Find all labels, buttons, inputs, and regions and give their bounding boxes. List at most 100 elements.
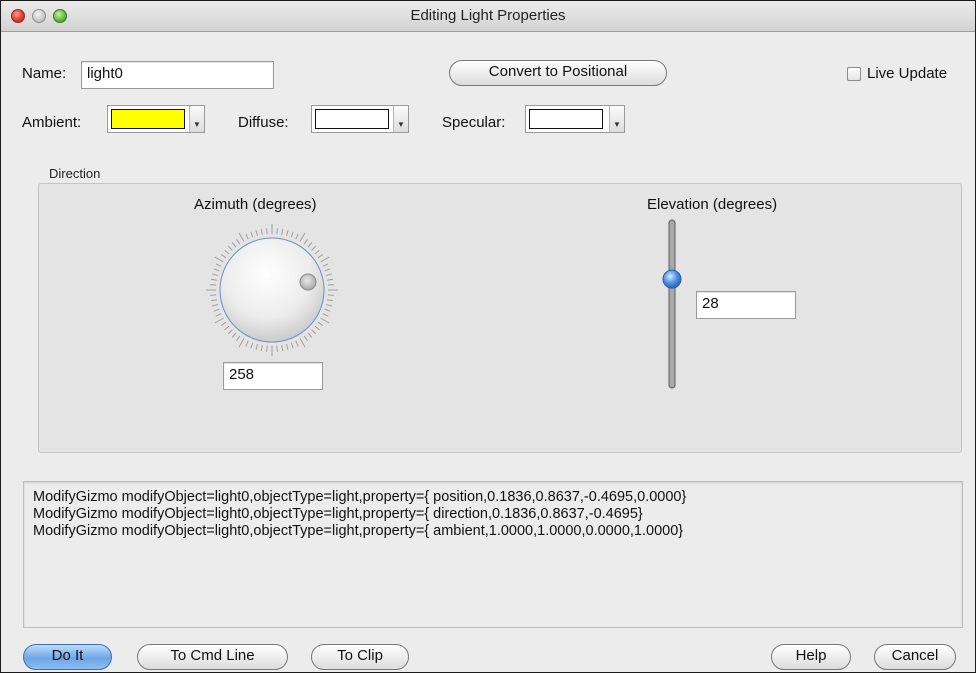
dial-tick bbox=[236, 335, 241, 342]
diffuse-color-swatch bbox=[315, 109, 389, 129]
dial-tick bbox=[236, 238, 241, 245]
diffuse-color-popup[interactable]: ▼ bbox=[311, 105, 409, 133]
dial-tick bbox=[295, 340, 299, 347]
dial-tick bbox=[276, 345, 278, 352]
direction-group: Azimuth (degrees) 258 Elevation (degrees… bbox=[38, 183, 962, 453]
live-update-checkbox[interactable] bbox=[847, 67, 861, 81]
dial-tick bbox=[290, 342, 294, 349]
dial-tick bbox=[266, 345, 268, 352]
dial-tick bbox=[215, 313, 222, 317]
dial-tick bbox=[255, 229, 258, 237]
dial-tick bbox=[325, 273, 333, 276]
dial-tick bbox=[220, 321, 227, 326]
diffuse-label: Diffuse: bbox=[238, 114, 289, 131]
title-bar: Editing Light Properties bbox=[1, 1, 975, 32]
dial-tick bbox=[307, 242, 313, 248]
ambient-color-popup[interactable]: ▼ bbox=[107, 105, 205, 133]
specular-dropdown-arrow[interactable]: ▼ bbox=[609, 106, 624, 132]
dial-tick bbox=[327, 284, 334, 286]
chevron-down-icon: ▼ bbox=[397, 120, 405, 129]
dial-tick bbox=[303, 238, 308, 245]
elevation-slider-thumb[interactable] bbox=[662, 269, 682, 289]
dial-tick bbox=[320, 256, 330, 263]
window-title: Editing Light Properties bbox=[410, 7, 566, 24]
command-line-3: ModifyGizmo modifyObject=light0,objectTy… bbox=[33, 523, 684, 539]
dial-tick bbox=[327, 294, 334, 296]
dial-tick bbox=[250, 231, 254, 238]
live-update-label: Live Update bbox=[867, 65, 948, 82]
specular-label: Specular: bbox=[442, 114, 506, 131]
elevation-slider-track bbox=[668, 219, 676, 389]
dial-tick bbox=[281, 345, 284, 352]
dial-tick bbox=[213, 308, 220, 312]
dial-tick bbox=[303, 335, 308, 342]
dial-tick bbox=[238, 338, 245, 348]
azimuth-value-field[interactable]: 258 bbox=[223, 362, 323, 390]
direction-group-title: Direction bbox=[49, 166, 101, 181]
azimuth-dial[interactable] bbox=[204, 222, 340, 358]
dial-tick bbox=[250, 342, 254, 349]
dial-tick bbox=[266, 228, 268, 235]
specular-color-popup[interactable]: ▼ bbox=[525, 105, 625, 133]
do-it-button[interactable]: Do It bbox=[23, 644, 112, 670]
dial-tick bbox=[281, 228, 284, 235]
dial-tick bbox=[311, 329, 317, 335]
chevron-down-icon: ▼ bbox=[613, 120, 621, 129]
dial-tick bbox=[317, 321, 324, 326]
chevron-down-icon: ▼ bbox=[193, 120, 201, 129]
dial-tick bbox=[227, 245, 233, 251]
dial-tick bbox=[245, 233, 249, 240]
command-line-2: ModifyGizmo modifyObject=light0,objectTy… bbox=[33, 506, 643, 522]
name-input[interactable]: light0 bbox=[81, 61, 274, 89]
dial-tick bbox=[213, 268, 220, 272]
azimuth-dial-indicator bbox=[299, 273, 317, 291]
dialog-window: Editing Light Properties Name: light0 Co… bbox=[0, 0, 976, 673]
dial-tick bbox=[245, 340, 249, 347]
dial-tick bbox=[314, 325, 320, 331]
elevation-value-field[interactable]: 28 bbox=[696, 291, 796, 319]
command-output-area[interactable]: ModifyGizmo modifyObject=light0,objectTy… bbox=[23, 481, 963, 628]
dial-tick bbox=[211, 304, 219, 307]
dial-tick bbox=[286, 229, 289, 237]
dial-tick bbox=[224, 325, 230, 331]
to-cmd-line-button[interactable]: To Cmd Line bbox=[137, 644, 288, 670]
elevation-slider[interactable] bbox=[657, 218, 687, 390]
help-button[interactable]: Help bbox=[771, 644, 851, 670]
dial-tick bbox=[314, 249, 320, 255]
dial-tick bbox=[214, 256, 224, 263]
cancel-button[interactable]: Cancel bbox=[874, 644, 956, 670]
dial-tick bbox=[210, 284, 217, 286]
ambient-dropdown-arrow[interactable]: ▼ bbox=[189, 106, 204, 132]
dial-tick bbox=[220, 254, 227, 259]
to-clip-button[interactable]: To Clip bbox=[311, 644, 409, 670]
dial-tick bbox=[238, 232, 245, 242]
dial-tick bbox=[255, 343, 258, 351]
convert-to-positional-button[interactable]: Convert to Positional bbox=[449, 60, 667, 86]
dial-tick bbox=[324, 268, 331, 272]
command-line-1: ModifyGizmo modifyObject=light0,objectTy… bbox=[33, 489, 687, 505]
dial-tick bbox=[260, 345, 263, 352]
elevation-label: Elevation (degrees) bbox=[647, 196, 778, 213]
dial-tick bbox=[215, 263, 222, 267]
specular-color-swatch bbox=[529, 109, 603, 129]
diffuse-dropdown-arrow[interactable]: ▼ bbox=[393, 106, 408, 132]
dial-tick bbox=[227, 329, 233, 335]
dial-tick bbox=[290, 231, 294, 238]
dial-tick bbox=[299, 232, 306, 242]
dial-tick bbox=[320, 317, 330, 324]
dial-tick bbox=[231, 332, 237, 338]
dial-tick bbox=[299, 338, 306, 348]
dial-tick bbox=[317, 254, 324, 259]
name-label: Name: bbox=[22, 65, 67, 82]
dial-tick bbox=[211, 273, 219, 276]
dial-tick bbox=[210, 278, 217, 281]
azimuth-label: Azimuth (degrees) bbox=[194, 196, 317, 213]
dial-tick bbox=[286, 343, 289, 351]
dial-tick bbox=[311, 245, 317, 251]
dial-tick bbox=[210, 299, 217, 302]
dial-tick bbox=[224, 249, 230, 255]
dial-tick bbox=[214, 317, 224, 324]
dial-tick bbox=[307, 332, 313, 338]
dial-tick bbox=[324, 308, 331, 312]
ambient-color-swatch bbox=[111, 109, 185, 129]
